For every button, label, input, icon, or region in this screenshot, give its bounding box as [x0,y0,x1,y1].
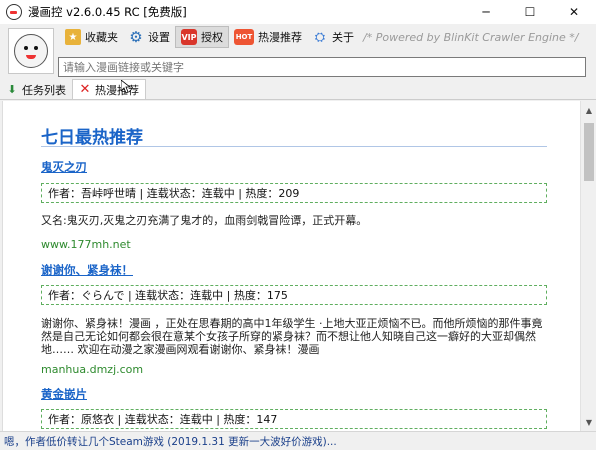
page-title: 七日最热推荐 [41,128,143,148]
close-window-button[interactable]: ✕ [552,0,596,24]
favorites-button[interactable]: ★ 收藏夹 [60,26,123,48]
minimize-button[interactable]: ─ [464,0,508,24]
entry-info: 作者：ぐらんで | 连载状态：连载中 | 热度：175 [41,285,547,305]
authorize-label: 授权 [201,31,223,44]
status-message[interactable]: 嗯，作者低价转让几个Steam游戏 (2019.1.31 更新一大波好价游戏).… [4,434,337,449]
scroll-down-icon[interactable]: ▼ [581,415,596,429]
download-icon: ⬇ [7,83,17,96]
status-bar[interactable]: 嗯，作者低价转让几个Steam游戏 (2019.1.31 更新一大波好价游戏).… [0,431,596,450]
avatar[interactable] [8,28,54,74]
favorites-label: 收藏夹 [85,31,118,44]
engine-slogan: /* Powered by BlinKit Crawler Engine */ [363,30,579,44]
tab-bar: ⬇ 任务列表 ✕ 热漫推荐 [0,79,596,100]
tab-hot-recommend[interactable]: ✕ 热漫推荐 [72,79,146,99]
maximize-button[interactable]: ☐ [508,0,552,24]
scrollbar-thumb[interactable] [584,123,594,181]
hot-recommend-button[interactable]: HOT 热漫推荐 [229,26,307,48]
about-button[interactable]: ⛭ 关于 [307,26,359,48]
search-input[interactable] [58,57,586,77]
entry-title-link[interactable]: 鬼灭之刃 [41,159,87,175]
window-title: 漫画控 v2.6.0.45 RC [免费版] [28,5,187,19]
settings-label: 设置 [148,31,170,44]
close-icon[interactable]: ✕ [79,82,91,97]
entry-info: 作者：原悠衣 | 连载状态：连载中 | 热度：147 [41,409,547,429]
entry-source-site[interactable]: manhua.dmzj.com [41,363,143,376]
about-label: 关于 [332,31,354,44]
entry-info: 作者：吾峠呼世晴 | 连载状态：连载中 | 热度：209 [41,183,547,203]
about-icon: ⛭ [314,29,326,45]
scroll-up-icon[interactable]: ▲ [581,103,596,117]
toolbar-area: ★ 收藏夹 ⚙ 设置 VIP 授权 HOT 热漫推荐 ⛭ 关于 /* Power… [0,24,596,78]
gear-icon: ⚙ [129,28,143,46]
entry-title-link[interactable]: 黄金嵌片 [41,386,87,402]
mouse-cursor-icon [121,80,131,94]
vip-icon: VIP [181,29,197,45]
heading-divider [41,146,547,147]
tab-task-list[interactable]: ⬇ 任务列表 [0,80,72,99]
authorize-button[interactable]: VIP 授权 [175,26,229,48]
tab-task-list-label: 任务列表 [22,83,66,97]
vertical-scrollbar[interactable]: ▲ ▼ [580,101,596,431]
entry-source-site[interactable]: www.177mh.net [41,238,131,251]
tab-hot-recommend-label: 热漫推荐 [95,83,139,97]
content-panel: 七日最热推荐 鬼灭之刃 作者：吾峠呼世晴 | 连载状态：连载中 | 热度：209… [2,101,596,431]
settings-button[interactable]: ⚙ 设置 [123,26,175,48]
entry-description: 又名:鬼灭刃,灭鬼之刃充满了鬼才的，血雨剑戟冒险谭，正式开幕。 [41,214,368,227]
mascot-icon [14,34,48,68]
hot-recommend-label: 热漫推荐 [258,31,302,44]
favorites-icon: ★ [65,29,81,45]
entry-description: 谢谢你、紧身袜！漫画 ，正处在思春期的高中1年级学生 ·上地大亚正烦恼不已。而他… [41,317,543,356]
entry-title-link[interactable]: 谢谢你、紧身袜！ [41,262,133,278]
toolbar: ★ 收藏夹 ⚙ 设置 VIP 授权 HOT 热漫推荐 ⛭ 关于 /* Power… [60,26,578,48]
hot-icon: HOT [234,29,254,45]
app-logo-icon [6,4,22,20]
window-controls: ─ ☐ ✕ [464,0,596,24]
title-bar: 漫画控 v2.6.0.45 RC [免费版] ─ ☐ ✕ [0,0,596,24]
